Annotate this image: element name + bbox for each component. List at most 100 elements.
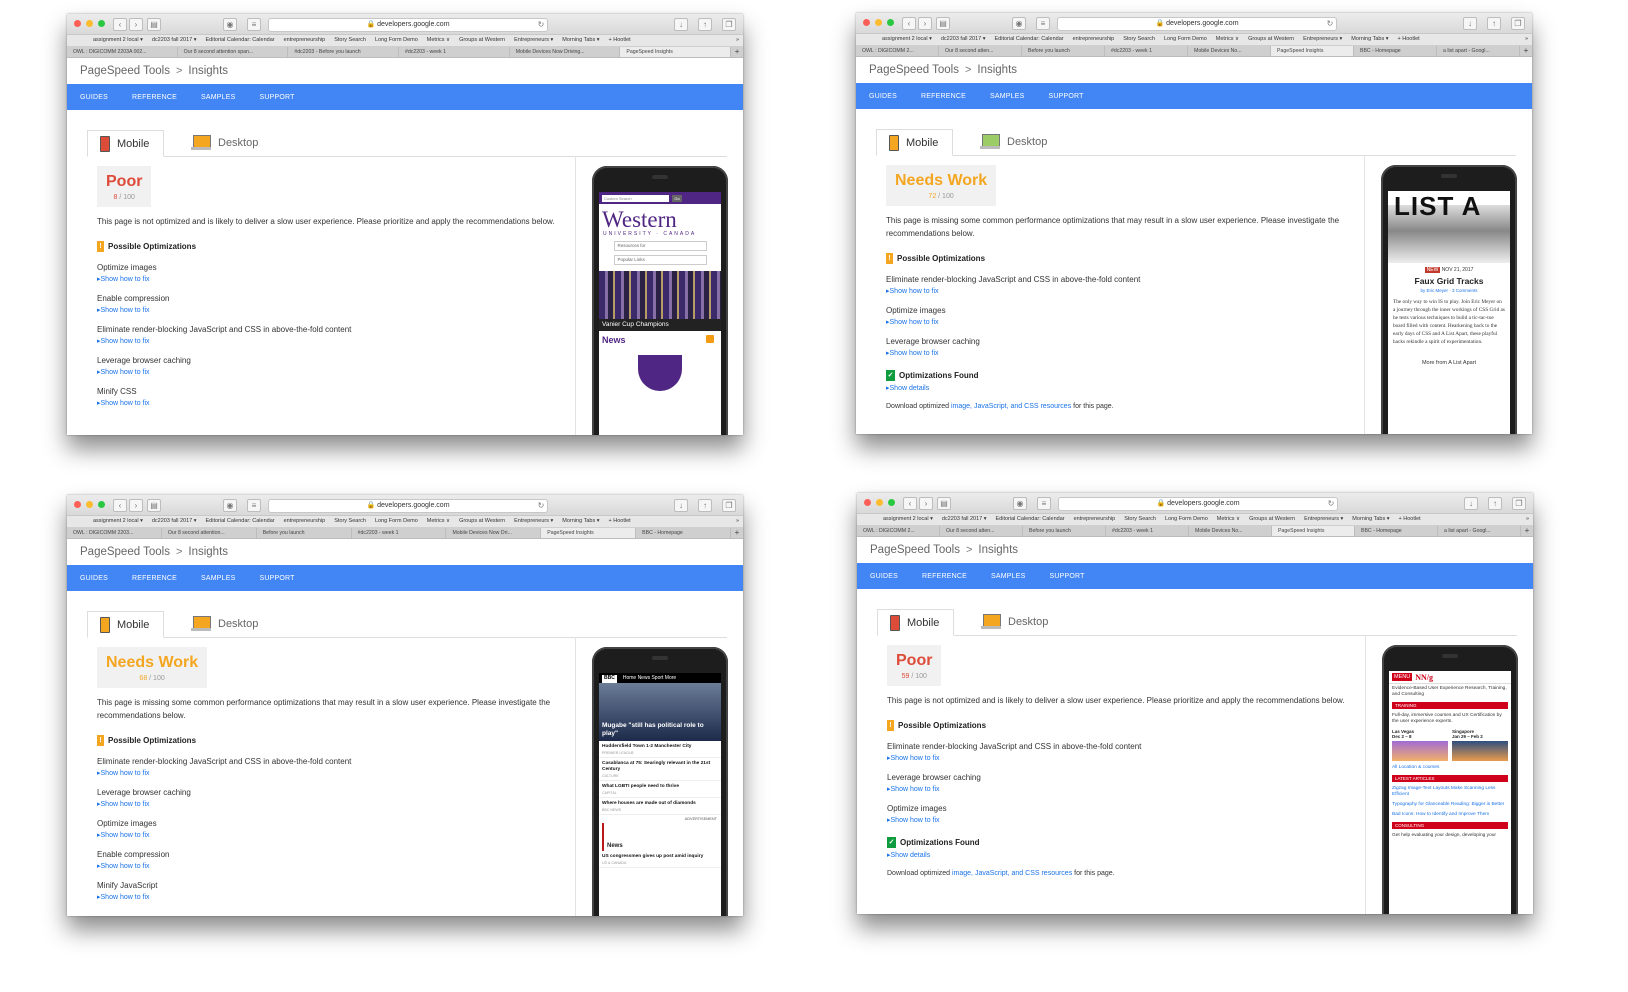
tab-mobile[interactable]: Mobile	[876, 129, 954, 156]
nav-support[interactable]: SUPPORT	[260, 94, 295, 101]
forward-button[interactable]: ›	[918, 17, 932, 30]
bookmark-item[interactable]: + Hootlet	[609, 516, 631, 527]
new-tab-icon[interactable]: +	[1521, 526, 1533, 536]
bookmark-item[interactable]: dc2203 fall 2017 ▾	[152, 516, 197, 527]
forward-button[interactable]: ›	[919, 497, 933, 510]
browser-tab[interactable]: Mobile Devices Now Driving...	[510, 47, 621, 57]
tabs-overview-icon[interactable]: ❐	[1512, 497, 1526, 510]
layers-icon[interactable]: ≡	[1037, 497, 1051, 510]
bookmark-item[interactable]: assignment 2 local ▾	[93, 35, 143, 46]
address-bar[interactable]: 🔒 developers.google.com ↻	[268, 499, 548, 513]
extension-icon[interactable]: ◉	[223, 499, 237, 512]
browser-tab[interactable]: a list apart - Googl...	[1438, 526, 1521, 536]
reload-icon[interactable]: ↻	[535, 19, 547, 31]
browser-tab[interactable]: #dc2203 - Before you launch	[288, 47, 400, 57]
browser-tab[interactable]: #dc2203 - week 1	[1106, 526, 1189, 536]
bookmark-item[interactable]: Entrepreneurs ▾	[1304, 514, 1343, 525]
browser-tab[interactable]: PageSpeed Insights	[541, 528, 637, 538]
bookmark-item[interactable]: + Hootlet	[609, 35, 631, 46]
bookmarks-more-icon[interactable]: »	[1525, 34, 1528, 45]
browser-tab[interactable]: Before you launch	[257, 528, 352, 538]
nav-guides[interactable]: GUIDES	[870, 573, 898, 580]
browser-tab[interactable]: Our 8 second atten...	[939, 46, 1022, 56]
bookmark-item[interactable]: entrepreneurship	[1073, 34, 1115, 45]
close-window-button[interactable]	[74, 501, 81, 508]
tabs-overview-icon[interactable]: ❐	[1511, 17, 1525, 30]
show-how-to-fix-link[interactable]: ▸Show how to fix	[886, 349, 1358, 357]
share-icon[interactable]: ↑	[1487, 17, 1501, 30]
breadcrumb-root[interactable]: PageSpeed Tools	[870, 544, 960, 556]
extension-icon[interactable]: ◉	[1013, 497, 1027, 510]
tab-desktop[interactable]: Desktop	[968, 129, 1059, 154]
reload-icon[interactable]: ↻	[1324, 18, 1336, 30]
bookmark-item[interactable]: Groups at Western	[1248, 34, 1294, 45]
browser-tab[interactable]: Our 8 second attention...	[162, 528, 257, 538]
bookmark-item[interactable]: Story Search	[1123, 34, 1155, 45]
download-icon[interactable]: ↓	[1464, 497, 1478, 510]
show-how-to-fix-link[interactable]: ▸Show how to fix	[886, 287, 1358, 295]
close-window-button[interactable]	[864, 499, 871, 506]
show-how-to-fix-link[interactable]: ▸Show how to fix	[97, 306, 569, 314]
browser-tab[interactable]: Before you launch	[1023, 526, 1106, 536]
browser-tab[interactable]: Mobile Devices Now Dri...	[446, 528, 542, 538]
reload-icon[interactable]: ↻	[535, 500, 547, 512]
bookmark-item[interactable]: dc2203 fall 2017 ▾	[152, 35, 197, 46]
bookmark-item[interactable]: Story Search	[334, 35, 366, 46]
minimize-window-button[interactable]	[876, 499, 883, 506]
show-how-to-fix-link[interactable]: ▸Show how to fix	[97, 769, 569, 777]
reload-icon[interactable]: ↻	[1325, 498, 1337, 510]
new-tab-icon[interactable]: +	[731, 47, 743, 57]
zoom-window-button[interactable]	[98, 20, 105, 27]
layers-icon[interactable]: ≡	[1036, 17, 1050, 30]
zoom-window-button[interactable]	[888, 499, 895, 506]
browser-tab[interactable]: PageSpeed Insights	[1271, 46, 1354, 56]
bookmarks-more-icon[interactable]: »	[736, 516, 739, 527]
bookmark-item[interactable]: assignment 2 local ▾	[882, 34, 932, 45]
browser-tab[interactable]: OWL : DIGICOMM 2203...	[67, 528, 162, 538]
nav-support[interactable]: SUPPORT	[260, 575, 295, 582]
nav-samples[interactable]: SAMPLES	[201, 94, 235, 101]
bookmark-item[interactable]: Groups at Western	[459, 35, 505, 46]
show-how-to-fix-link[interactable]: ▸Show how to fix	[97, 862, 569, 870]
close-window-button[interactable]	[863, 19, 870, 26]
tabs-overview-icon[interactable]: ❐	[722, 18, 736, 31]
bookmark-item[interactable]: + Hootlet	[1398, 34, 1420, 45]
show-how-to-fix-link[interactable]: ▸Show how to fix	[97, 399, 569, 407]
bookmark-item[interactable]: Editorial Calendar: Calendar	[206, 516, 275, 527]
browser-tab[interactable]: Mobile Devices No...	[1189, 526, 1272, 536]
bookmark-item[interactable]: Editorial Calendar: Calendar	[206, 35, 275, 46]
bookmark-item[interactable]: + Hootlet	[1399, 514, 1421, 525]
nav-reference[interactable]: REFERENCE	[132, 575, 177, 582]
tab-mobile[interactable]: Mobile	[87, 130, 165, 157]
tab-desktop[interactable]: Desktop	[969, 609, 1060, 634]
nav-support[interactable]: SUPPORT	[1050, 573, 1085, 580]
browser-tab[interactable]: Our 8 second atten...	[940, 526, 1023, 536]
nav-reference[interactable]: REFERENCE	[922, 573, 967, 580]
browser-tab[interactable]: #dc2203 - week 1	[352, 528, 447, 538]
address-bar[interactable]: 🔒 developers.google.com ↻	[1057, 17, 1337, 31]
bookmark-item[interactable]: dc2203 fall 2017 ▾	[942, 514, 987, 525]
bookmark-item[interactable]: Metrics ∨	[1216, 34, 1239, 45]
bookmark-item[interactable]: Metrics ∨	[427, 35, 450, 46]
minimize-window-button[interactable]	[86, 20, 93, 27]
layers-icon[interactable]: ≡	[247, 18, 261, 31]
share-icon[interactable]: ↑	[698, 499, 712, 512]
address-bar[interactable]: 🔒 developers.google.com ↻	[1058, 497, 1338, 511]
browser-tab[interactable]: OWL : DIGICOMM 2...	[857, 526, 940, 536]
bookmark-item[interactable]: Morning Tabs ▾	[1351, 34, 1388, 45]
bookmark-item[interactable]: assignment 2 local ▾	[883, 514, 933, 525]
show-details-link[interactable]: ▸Show details	[886, 384, 1358, 392]
extension-icon[interactable]: ◉	[223, 18, 237, 31]
bookmark-item[interactable]: Editorial Calendar: Calendar	[996, 514, 1065, 525]
download-icon[interactable]: ↓	[674, 18, 688, 31]
bookmark-item[interactable]: Long Form Demo	[375, 35, 418, 46]
bookmark-item[interactable]: Morning Tabs ▾	[1352, 514, 1389, 525]
bookmark-item[interactable]: entrepreneurship	[1074, 514, 1116, 525]
browser-tab[interactable]: PageSpeed Insights	[1272, 526, 1355, 536]
new-tab-icon[interactable]: +	[1520, 46, 1532, 56]
browser-tab[interactable]: Before you launch	[1022, 46, 1105, 56]
bookmark-item[interactable]: entrepreneurship	[284, 516, 326, 527]
zoom-window-button[interactable]	[98, 501, 105, 508]
breadcrumb-root[interactable]: PageSpeed Tools	[80, 546, 170, 558]
tab-desktop[interactable]: Desktop	[179, 130, 270, 155]
